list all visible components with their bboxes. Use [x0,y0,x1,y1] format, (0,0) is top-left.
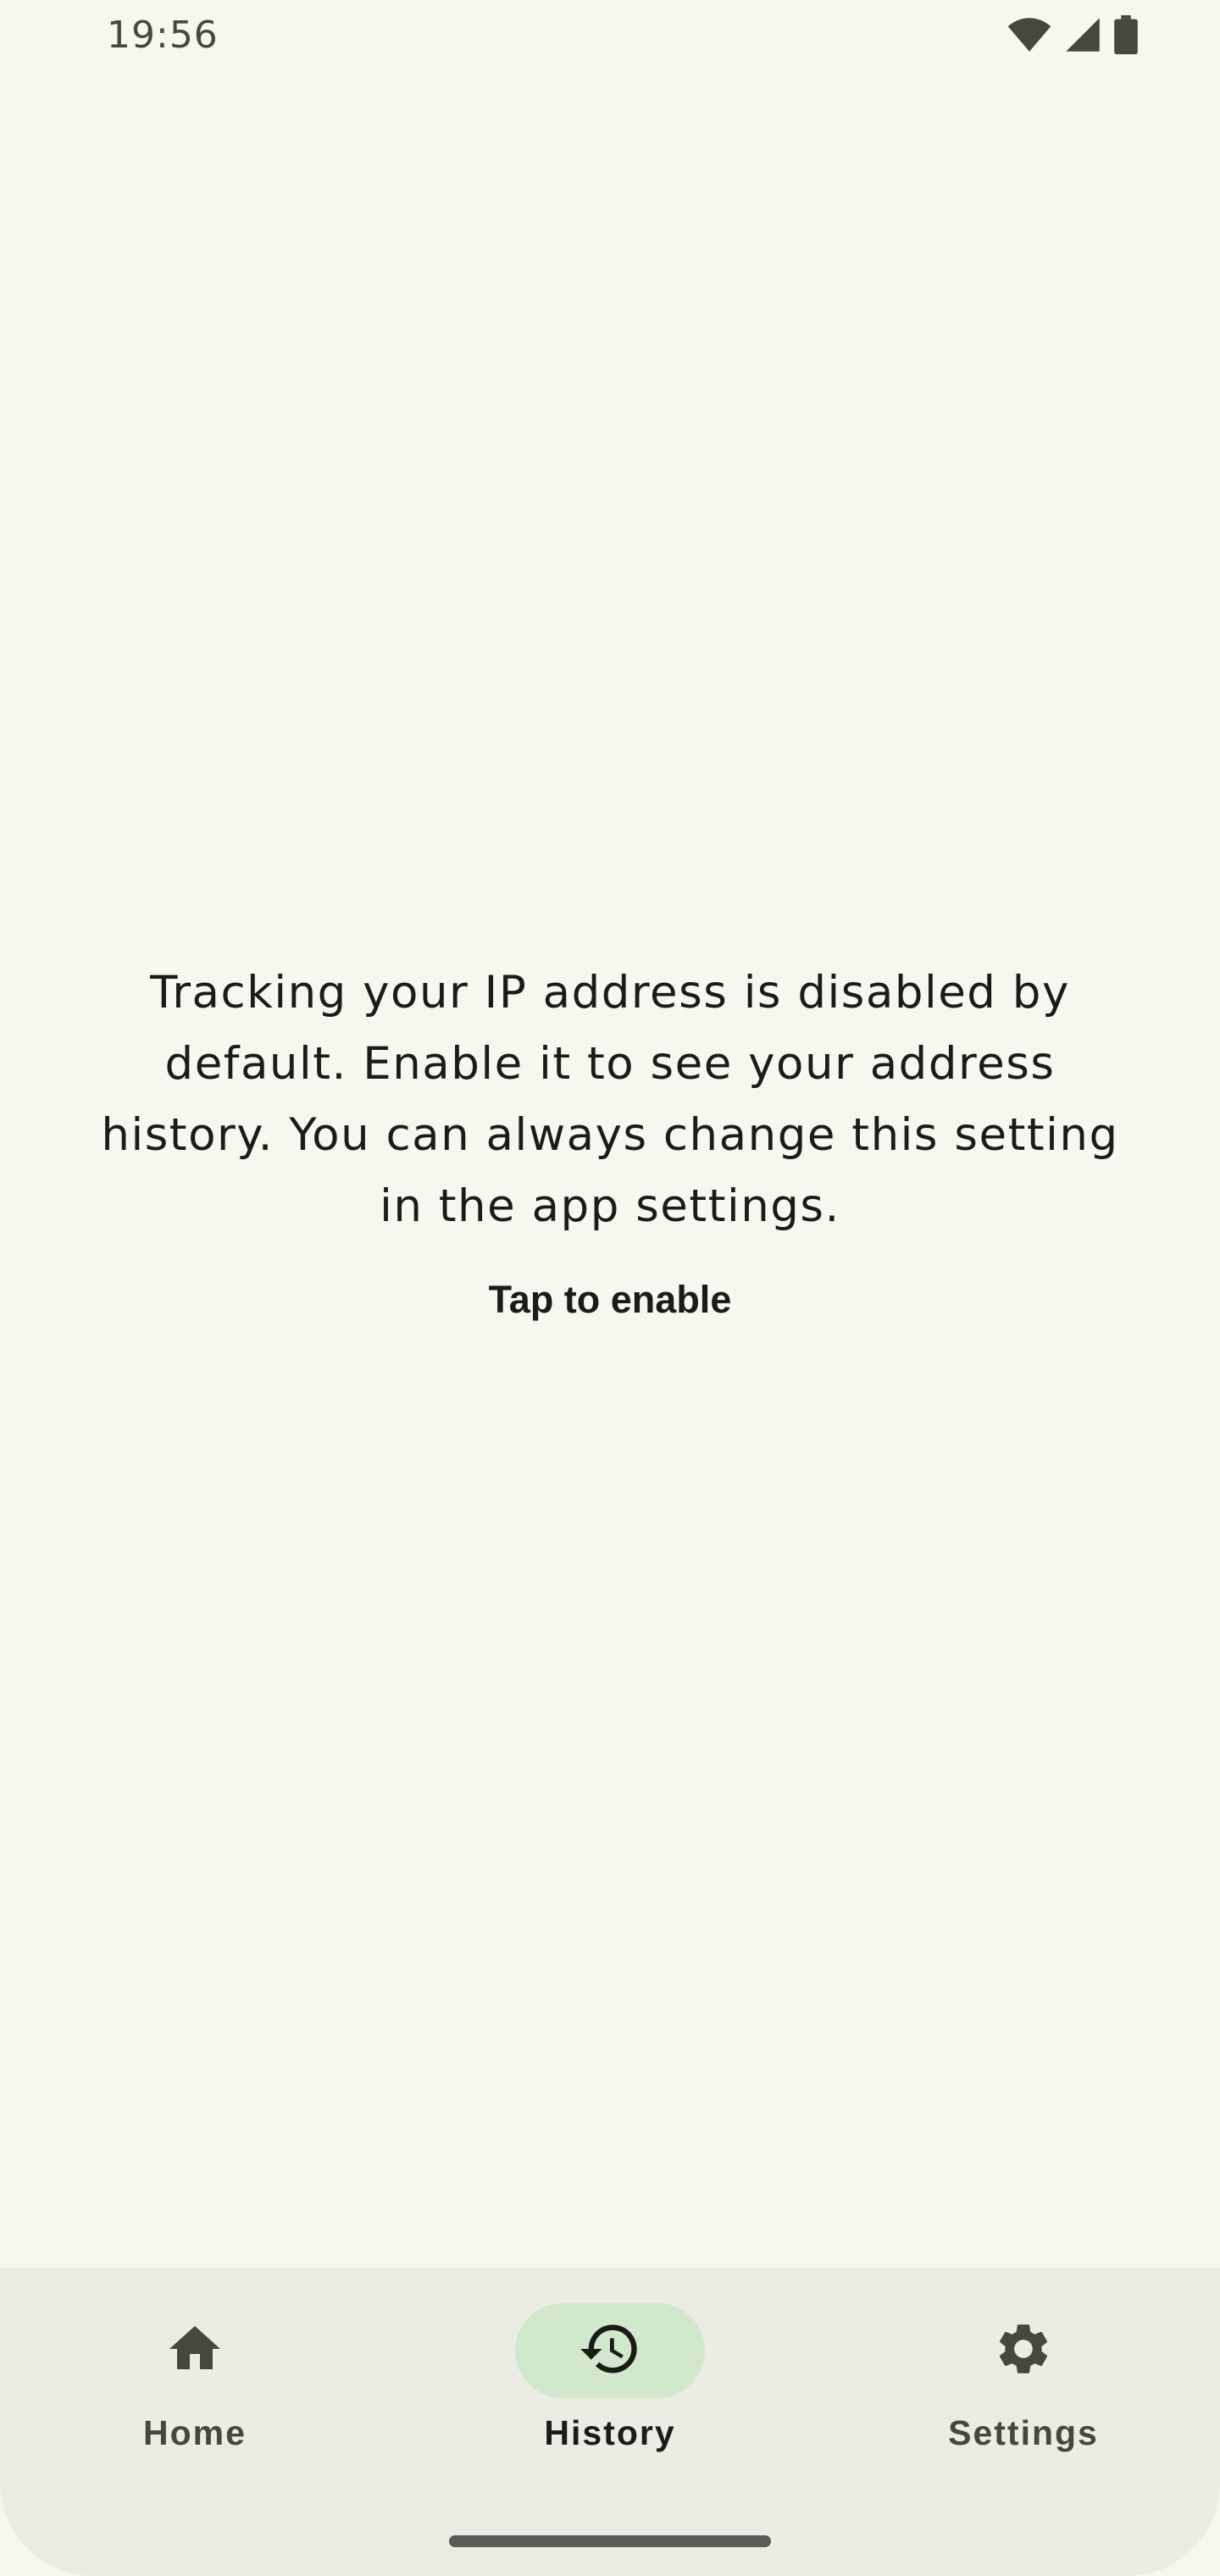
nav-item-settings[interactable]: Settings [871,2303,1176,2453]
nav-label-settings: Settings [948,2413,1099,2452]
bottom-navigation: Home History Settings [0,2268,1220,2576]
app-screen: 19:56 Tracking your IP address is disabl… [0,0,1220,2576]
gesture-navigation-bar[interactable] [449,2535,771,2547]
nav-label-home: Home [143,2413,247,2452]
nav-indicator-history [515,2303,705,2398]
home-icon [164,2318,225,2383]
nav-item-home[interactable]: Home [42,2303,347,2453]
status-icons [1006,15,1139,58]
battery-icon [1113,15,1139,58]
status-time: 19:56 [107,14,219,57]
nav-indicator-settings [929,2303,1118,2398]
status-bar: 19:56 [0,0,1220,76]
nav-item-history[interactable]: History [458,2303,762,2453]
history-empty-state: Tracking your IP address is disabled by … [0,958,1220,1334]
history-icon [578,2317,642,2384]
cell-signal-icon [1064,16,1101,57]
nav-label-history: History [544,2413,676,2452]
gear-icon [993,2318,1054,2383]
nav-indicator-home [100,2303,290,2398]
tracking-disabled-message: Tracking your IP address is disabled by … [101,967,1119,1232]
enable-tracking-button[interactable]: Tap to enable [469,1266,752,1334]
wifi-icon [1006,16,1052,57]
